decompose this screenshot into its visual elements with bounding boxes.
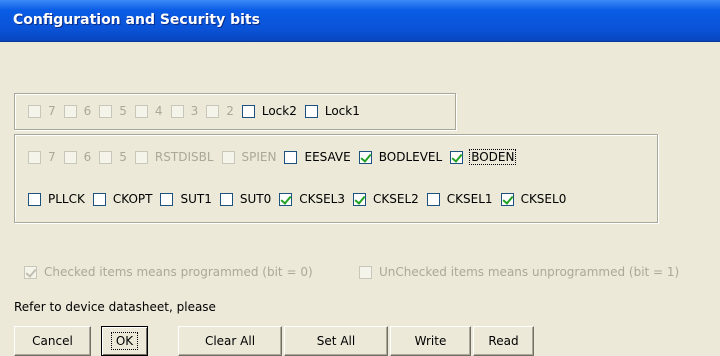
checkbox-icon[interactable] (304, 104, 318, 118)
fuse-high-checkbox-eesave[interactable]: EESAVE (284, 150, 351, 164)
checkbox-icon[interactable] (92, 192, 106, 206)
checkbox-icon (359, 265, 372, 279)
checkbox-icon[interactable] (279, 192, 293, 206)
checkbox-icon[interactable] (241, 104, 255, 118)
legend-unchecked-label: UnChecked items means unprogrammed (bit … (379, 265, 680, 279)
datasheet-note: Refer to device datasheet, please (14, 300, 216, 314)
fuse-high-label: 7 (48, 150, 56, 164)
read-button[interactable]: Read (473, 326, 534, 356)
window-title: Configuration and Security bits (13, 12, 260, 28)
lock-bit-checkbox-5: 5 (99, 104, 127, 118)
fuse-high-checkbox-5: 5 (99, 150, 127, 164)
legend-checked-checkbox: Checked items means programmed (bit = 0) (24, 265, 313, 279)
fuse-high-label: 5 (119, 150, 127, 164)
checkbox-icon[interactable] (353, 192, 366, 206)
cancel-label: Cancel (32, 334, 73, 348)
checkbox-icon[interactable] (160, 192, 174, 206)
fuse-high-label: RSTDISBL (154, 150, 214, 164)
checkbox-icon (99, 150, 113, 164)
checkbox-icon (63, 104, 77, 118)
set-all-label: Set All (316, 334, 356, 348)
fuse-high-label: SPIEN (241, 150, 277, 164)
fuse-high-label: BODLEVEL (378, 150, 443, 164)
fuse-low-label: SUT1 (180, 192, 212, 206)
fuse-high-label: BODEN (469, 149, 517, 165)
lock-bit-checkbox-7: 7 (28, 104, 56, 118)
lock-bit-checkbox-3: 3 (170, 104, 199, 118)
clear-all-button[interactable]: Clear All (178, 326, 282, 356)
ok-button[interactable]: OK (101, 326, 148, 356)
checkbox-icon[interactable] (358, 150, 372, 164)
fuse-low-label: SUT0 (239, 192, 272, 206)
checkbox-icon (170, 104, 184, 118)
checkbox-icon (28, 104, 41, 118)
write-label: Write (414, 334, 447, 348)
fuse-high-checkbox-bodlevel[interactable]: BODLEVEL (358, 150, 443, 164)
lock-bit-label: 7 (48, 104, 56, 118)
fuse-low-label: CKSEL0 (520, 192, 567, 206)
fuse-low-label: CKSEL2 (373, 192, 419, 206)
fuse-low-label: CKOPT (112, 192, 153, 206)
lock-bit-checkbox-4: 4 (134, 104, 163, 118)
write-button[interactable]: Write (390, 326, 471, 356)
lock-bit-label: 6 (83, 104, 92, 118)
legend-unchecked: UnChecked items means unprogrammed (bit … (359, 263, 687, 281)
fuse-high-checkbox-7: 7 (28, 150, 56, 164)
fuse-high-checkbox-boden[interactable]: BODEN (450, 149, 517, 165)
fuse-low-label: CKSEL1 (446, 192, 493, 206)
lock-bit-checkbox-6: 6 (63, 104, 92, 118)
fuse-low-checkbox-pllck[interactable]: PLLCK (28, 192, 85, 206)
fuse-low-checkbox-sut0[interactable]: SUT0 (219, 192, 272, 206)
fuse-low-label: PLLCK (48, 192, 85, 206)
lock-bit-label: 5 (119, 104, 127, 118)
legend-checked-label: Checked items means programmed (bit = 0) (44, 265, 313, 279)
fuse-low-checkbox-cksel2[interactable]: CKSEL2 (353, 192, 419, 206)
lock-bit-label: Lock1 (324, 104, 360, 118)
read-label: Read (488, 334, 519, 348)
lock-bit-label: Lock2 (261, 104, 297, 118)
set-all-button[interactable]: Set All (284, 326, 388, 356)
fuse-high-label: 6 (83, 150, 92, 164)
lock-bit-label: 4 (154, 104, 163, 118)
checkbox-icon[interactable] (219, 192, 233, 206)
checkbox-icon[interactable] (450, 150, 464, 164)
fuse-low-checkbox-cksel3[interactable]: CKSEL3 (279, 192, 345, 206)
checkbox-icon (28, 150, 41, 164)
fuse-low-checkbox-cksel1[interactable]: CKSEL1 (426, 192, 493, 206)
fuse-high-checkbox-rstdisbl: RSTDISBL (134, 150, 214, 164)
fuse-high-row: 7 6 5 RSTDISBL SPIEN EESAVE BODLEVEL BODEN (28, 148, 523, 166)
title-bar: Configuration and Security bits (0, 0, 720, 42)
checkbox-icon[interactable] (284, 150, 298, 164)
legend-unchecked-checkbox: UnChecked items means unprogrammed (bit … (359, 265, 679, 279)
checkbox-icon[interactable] (28, 192, 41, 206)
fuse-low-row: PLLCK CKOPT SUT1 SUT0 CKSEL3 CKSEL2 CKSEL1 CKSE… (28, 190, 574, 208)
checkbox-icon (24, 265, 37, 279)
checkbox-icon (206, 104, 220, 118)
checkbox-icon (63, 150, 77, 164)
fuse-high-checkbox-6: 6 (63, 150, 92, 164)
legend-checked: Checked items means programmed (bit = 0) (24, 263, 321, 281)
fuse-low-label: CKSEL3 (299, 192, 345, 206)
fuse-high-checkbox-spien: SPIEN (221, 150, 277, 164)
lock-bit-checkbox-2: 2 (206, 104, 234, 118)
checkbox-icon (221, 150, 235, 164)
fuse-low-checkbox-sut1[interactable]: SUT1 (160, 192, 212, 206)
checkbox-icon (99, 104, 113, 118)
fuse-low-checkbox-cksel0[interactable]: CKSEL0 (500, 192, 567, 206)
lock-bit-label: 2 (226, 104, 234, 118)
clear-all-label: Clear All (204, 334, 256, 348)
checkbox-icon (134, 104, 148, 118)
lock-bits-row: 7 6 5 4 3 2 Lock2 Lock1 (28, 102, 368, 120)
cancel-button[interactable]: Cancel (14, 326, 91, 356)
lock-bit-checkbox-lock1[interactable]: Lock1 (304, 104, 360, 118)
fuse-high-label: EESAVE (304, 150, 351, 164)
lock-bit-checkbox-lock2[interactable]: Lock2 (241, 104, 297, 118)
ok-label: OK (110, 332, 139, 350)
fuse-low-checkbox-ckopt[interactable]: CKOPT (92, 192, 153, 206)
lock-bit-label: 3 (190, 104, 199, 118)
checkbox-icon[interactable] (500, 192, 514, 206)
checkbox-icon (134, 150, 148, 164)
checkbox-icon[interactable] (426, 192, 440, 206)
